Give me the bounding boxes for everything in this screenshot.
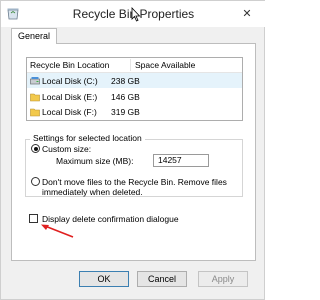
recycle-bin-properties-window: Recycle Bin Properties ✕ General Recycle… <box>0 0 266 300</box>
folder-drive-icon <box>30 92 40 102</box>
dont-move-files-label-line1[interactable]: Don't move files to the Recycle Bin. Rem… <box>42 177 227 187</box>
custom-size-radio[interactable] <box>31 144 40 153</box>
list-item[interactable]: Local Disk (F:) 319 GB <box>27 104 242 119</box>
mouse-pointer-icon <box>131 6 141 22</box>
close-icon: ✕ <box>242 7 252 20</box>
cancel-button[interactable]: Cancel <box>137 271 187 287</box>
title-bar[interactable]: Recycle Bin Properties ✕ <box>1 1 266 27</box>
location-name: Local Disk (E:) <box>42 92 98 102</box>
tab-general[interactable]: General <box>11 28 57 44</box>
location-name: Local Disk (F:) <box>42 107 97 117</box>
folder-drive-icon <box>30 107 40 117</box>
list-header: Recycle Bin Location Space Available <box>27 58 242 73</box>
column-divider <box>130 59 131 71</box>
dont-move-files-label-line2[interactable]: immediately when deleted. <box>42 187 143 197</box>
max-size-input[interactable]: 14257 <box>153 154 209 167</box>
space-available: 146 GB <box>111 92 140 102</box>
list-item[interactable]: Local Disk (C:) 238 GB <box>27 73 242 88</box>
list-item[interactable]: Local Disk (E:) 146 GB <box>27 89 242 104</box>
max-size-label: Maximum size (MB): <box>56 156 134 166</box>
column-header-location[interactable]: Recycle Bin Location <box>30 60 109 70</box>
space-available: 319 GB <box>111 107 140 117</box>
custom-size-label[interactable]: Custom size: <box>42 144 91 154</box>
dont-move-files-radio[interactable] <box>31 177 40 186</box>
settings-group-label: Settings for selected location <box>30 133 145 143</box>
location-name: Local Disk (C:) <box>42 76 98 86</box>
display-delete-confirmation-checkbox[interactable] <box>29 214 38 223</box>
column-header-space[interactable]: Space Available <box>135 60 195 70</box>
apply-button[interactable]: Apply <box>198 271 248 287</box>
recycle-bin-location-list[interactable]: Recycle Bin Location Space Available Loc… <box>26 57 243 121</box>
annotation-arrow-icon <box>39 223 79 243</box>
space-available: 238 GB <box>111 76 140 86</box>
ok-button[interactable]: OK <box>79 271 129 287</box>
local-disk-icon <box>30 76 40 86</box>
close-button[interactable]: ✕ <box>234 5 260 22</box>
